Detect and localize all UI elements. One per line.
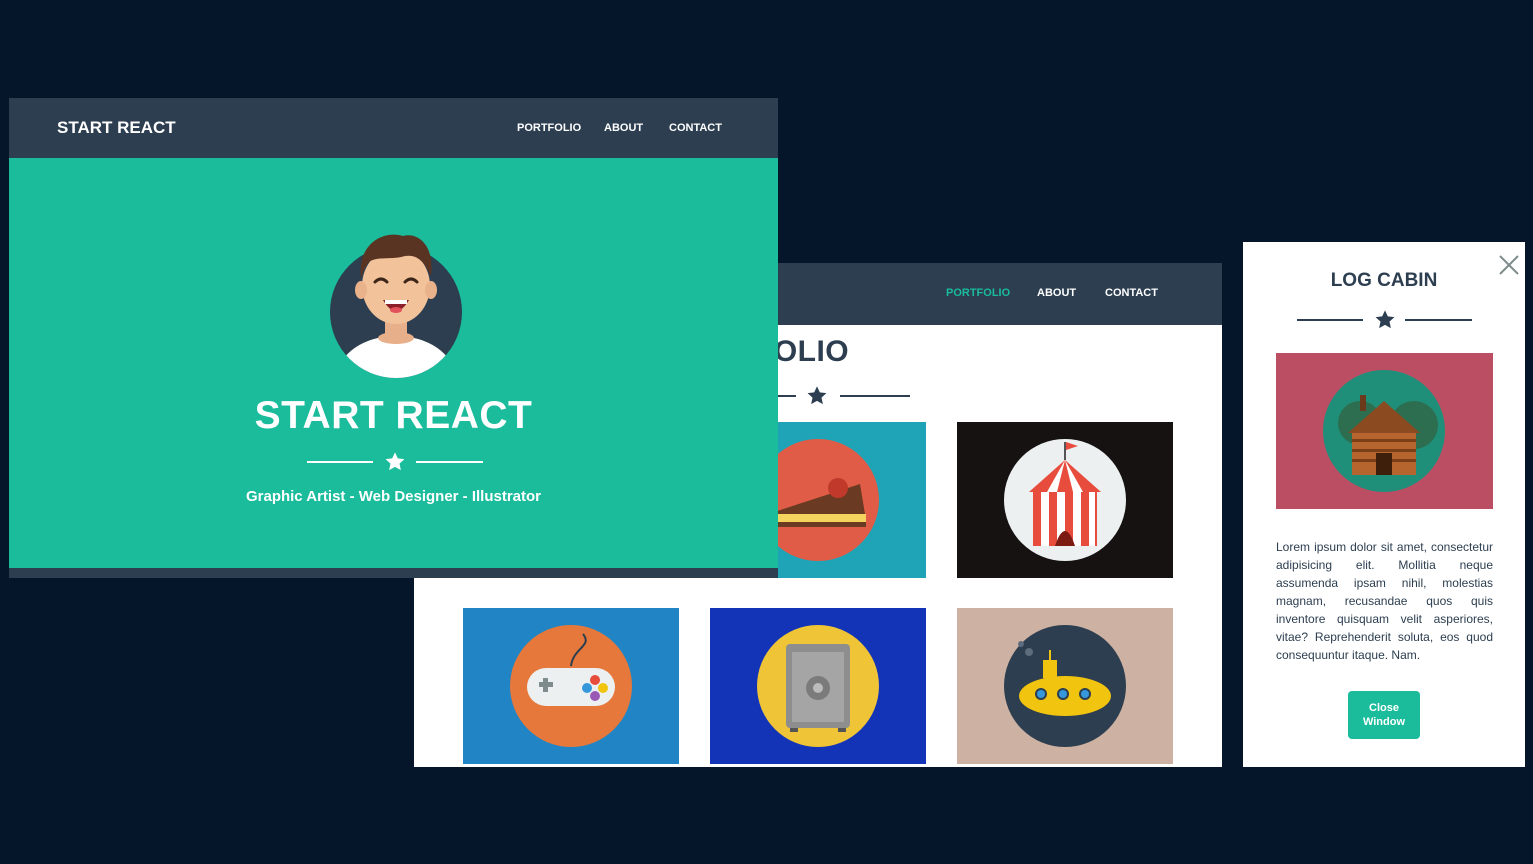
modal-window: LOG CABIN Lorem ipsum dolor sit amet, co…: [1243, 242, 1525, 767]
nav-portfolio-active[interactable]: PORTFOLIO: [946, 287, 1010, 299]
divider-line-right: [840, 395, 910, 397]
nav-portfolio[interactable]: PORTFOLIO: [517, 122, 581, 134]
game-controller-icon: [510, 625, 632, 747]
portfolio-item-game[interactable]: [463, 608, 679, 764]
modal-description: Lorem ipsum dolor sit amet, consectetur …: [1276, 540, 1493, 662]
divider-line-right: [416, 461, 483, 463]
nav-about[interactable]: ABOUT: [604, 122, 643, 134]
circus-tent-icon: [1004, 439, 1126, 561]
log-cabin-icon: [1323, 370, 1445, 492]
avatar: [330, 234, 462, 378]
portfolio-item-safe[interactable]: [710, 608, 926, 764]
nav-contact[interactable]: CONTACT: [669, 122, 722, 134]
brand-logo[interactable]: START REACT: [57, 118, 176, 138]
safe-icon: [757, 625, 879, 747]
modal-image-log-cabin: [1276, 353, 1493, 509]
landing-navbar: START REACT PORTFOLIO ABOUT CONTACT: [9, 98, 778, 158]
portfolio-item-submarine[interactable]: [957, 608, 1173, 764]
portfolio-item-circus[interactable]: [957, 422, 1173, 578]
hero-subtitle: Graphic Artist - Web Designer - Illustra…: [245, 488, 542, 505]
divider-line-left: [307, 461, 373, 463]
hero-title: START REACT: [254, 394, 533, 437]
landing-window: START REACT PORTFOLIO ABOUT CONTACT STAR…: [9, 98, 778, 578]
star-icon: [1374, 309, 1396, 331]
submarine-icon: [1004, 625, 1126, 747]
close-window-button[interactable]: Close Window: [1348, 691, 1420, 739]
divider-line-left: [1297, 319, 1363, 321]
divider-line-right: [1405, 319, 1472, 321]
modal-title: LOG CABIN: [1330, 270, 1438, 291]
star-icon: [384, 451, 406, 473]
landing-footer-strip: [9, 568, 778, 578]
nav-about[interactable]: ABOUT: [1037, 287, 1076, 299]
star-icon: [806, 385, 828, 407]
nav-contact[interactable]: CONTACT: [1105, 287, 1158, 299]
